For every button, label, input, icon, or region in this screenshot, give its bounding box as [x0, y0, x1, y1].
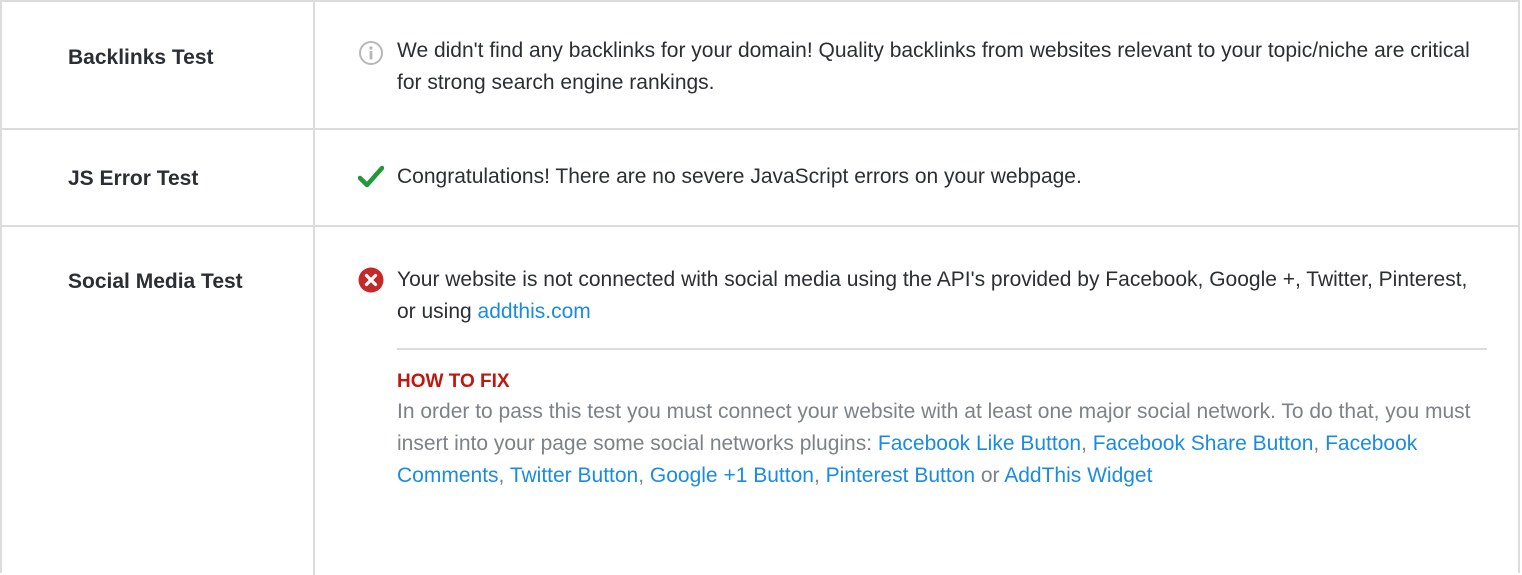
info-icon — [359, 41, 383, 65]
separator: , — [638, 464, 650, 487]
section-divider — [397, 348, 1487, 350]
test-message: Your website is not connected with socia… — [397, 264, 1487, 328]
error-icon — [358, 267, 384, 293]
test-row-backlinks: Backlinks Test We didn't find any backli… — [2, 2, 1518, 130]
pinterest-button-link[interactable]: Pinterest Button — [826, 464, 975, 487]
how-to-fix-body: In order to pass this test you must conn… — [397, 396, 1487, 492]
test-row-js-error: JS Error Test Congratulations! There are… — [2, 130, 1518, 227]
test-name: JS Error Test — [68, 167, 199, 190]
separator: , — [498, 464, 510, 487]
test-name: Social Media Test — [68, 270, 243, 293]
check-icon — [358, 165, 384, 188]
test-name: Backlinks Test — [68, 46, 214, 69]
test-message: Congratulations! There are no severe Jav… — [397, 165, 1082, 188]
how-to-fix-title: HOW TO FIX — [397, 371, 510, 392]
separator: , — [1081, 432, 1093, 455]
addthis-link[interactable]: addthis.com — [478, 300, 591, 323]
facebook-share-button-link[interactable]: Facebook Share Button — [1093, 432, 1314, 455]
addthis-widget-link[interactable]: AddThis Widget — [1004, 464, 1152, 487]
test-message: We didn't find any backlinks for your do… — [397, 39, 1470, 94]
twitter-button-link[interactable]: Twitter Button — [510, 464, 638, 487]
separator: , — [813, 464, 826, 487]
seo-report-table: Backlinks Test We didn't find any backli… — [0, 0, 1520, 575]
google-plus-one-button-link[interactable]: Google +1 Button — [650, 464, 814, 487]
column-divider — [313, 130, 315, 225]
separator: , — [1313, 432, 1326, 455]
facebook-like-button-link[interactable]: Facebook Like Button — [878, 432, 1081, 455]
column-divider — [313, 227, 315, 575]
test-row-social-media: Social Media Test Your website is not co… — [2, 227, 1518, 575]
or-text: or — [975, 464, 1005, 487]
column-divider — [313, 2, 315, 128]
